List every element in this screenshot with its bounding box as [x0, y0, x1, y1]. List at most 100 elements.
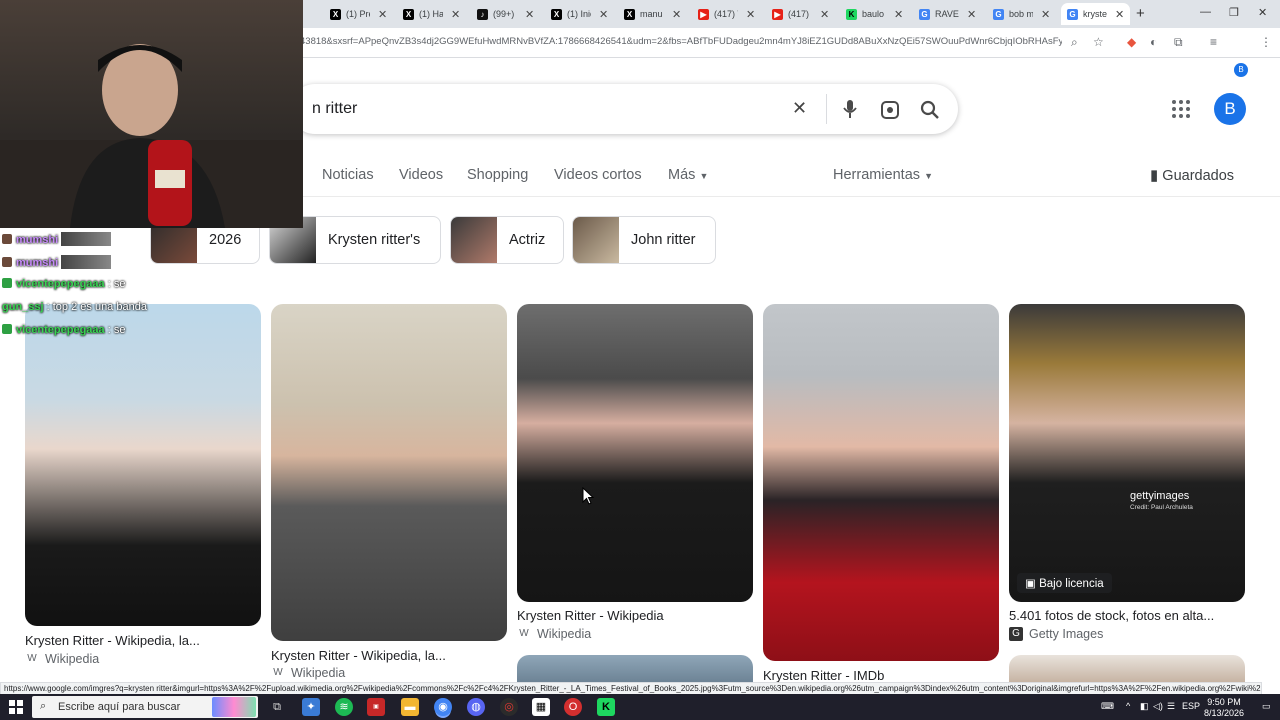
license-badge[interactable]: ▣ Bajo licencia	[1017, 573, 1112, 593]
webcam-overlay	[0, 0, 303, 228]
tab-mas[interactable]: Más ▼	[668, 167, 708, 183]
tray-chevron-icon[interactable]: ^	[1126, 701, 1130, 711]
app-icon[interactable]: ▦	[532, 698, 550, 716]
browser-tab[interactable]: X (1) Han ✕	[403, 3, 460, 25]
browser-tab[interactable]: X (1) Inici ✕	[551, 3, 608, 25]
opera-icon[interactable]: O	[564, 698, 582, 716]
close-tab-icon[interactable]: ✕	[967, 8, 976, 21]
result-source[interactable]: W Wikipedia	[271, 666, 345, 680]
tab-videos[interactable]: Videos	[399, 167, 443, 183]
saved-label: Guardados	[1162, 168, 1235, 184]
browser-tab[interactable]: Gbob m ✕	[993, 3, 1050, 25]
tab-title: (99+) R	[493, 9, 517, 19]
close-tab-icon[interactable]: ✕	[672, 8, 681, 21]
notifications-icon[interactable]: ▭	[1262, 701, 1271, 712]
result-image[interactable]	[763, 304, 999, 661]
extension-icon[interactable]: ◆	[1127, 35, 1136, 49]
result-caption[interactable]: Krysten Ritter - Wikipedia, la...	[25, 633, 200, 648]
search-icon: ⌕	[40, 700, 47, 712]
saved-button[interactable]: ▮ Guardados	[1150, 166, 1234, 184]
result-source[interactable]: G Getty Images	[1009, 627, 1103, 641]
chat-emote	[61, 255, 112, 269]
kick-icon: K	[846, 8, 857, 20]
result-image[interactable]	[271, 304, 507, 641]
result-caption[interactable]: Krysten Ritter - Wikipedia	[517, 608, 664, 623]
clear-search-icon[interactable]: ✕	[792, 98, 807, 119]
result-image[interactable]	[1009, 304, 1245, 602]
keyboard-icon[interactable]: ⌨	[1101, 701, 1114, 712]
account-avatar[interactable]: B	[1214, 93, 1246, 125]
window-close-icon[interactable]: ✕	[1258, 6, 1267, 19]
bookmark-star-icon[interactable]: ☆	[1093, 35, 1104, 49]
file-explorer-icon[interactable]: ▬	[401, 698, 419, 716]
close-tab-icon[interactable]: ✕	[525, 8, 534, 21]
wifi-icon[interactable]: ☰	[1167, 701, 1175, 712]
taskbar-clock[interactable]: 9:50 PM 8/13/2026	[1204, 697, 1244, 719]
browser-tab[interactable]: ▶ (417) N ✕	[772, 3, 829, 25]
discord-icon[interactable]: ◍	[467, 698, 485, 716]
result-source[interactable]: W Wikipedia	[25, 652, 99, 666]
close-tab-icon[interactable]: ✕	[1041, 8, 1050, 21]
tab-shopping[interactable]: Shopping	[467, 167, 528, 183]
result-caption[interactable]: 5.401 fotos de stock, fotos en alta...	[1009, 608, 1214, 623]
browser-tab-active[interactable]: Gkryster ✕	[1061, 3, 1131, 25]
tab-videos-cortos[interactable]: Videos cortos	[554, 167, 642, 183]
zoom-icon[interactable]: ⌕	[1071, 35, 1078, 50]
kick-icon[interactable]: K	[597, 698, 615, 716]
chat-message: mumshi	[2, 255, 112, 269]
search-input[interactable]: n ritter	[312, 100, 357, 118]
browser-tab[interactable]: Kbaulo S ✕	[846, 3, 903, 25]
browser-tab[interactable]: Xmanu e ✕	[624, 3, 681, 25]
close-tab-icon[interactable]: ✕	[820, 8, 829, 21]
close-tab-icon[interactable]: ✕	[894, 8, 903, 21]
browser-tab[interactable]: G RAVEN ✕	[919, 3, 976, 25]
restore-icon[interactable]: ❐	[1229, 6, 1239, 19]
close-tab-icon[interactable]: ✕	[746, 8, 755, 21]
search-highlight-image	[212, 697, 256, 717]
spotify-icon[interactable]: ≋	[335, 698, 353, 716]
result-image[interactable]	[517, 304, 753, 602]
minimize-icon[interactable]: —	[1200, 6, 1211, 18]
extensions-puzzle-icon[interactable]: ⧉	[1174, 35, 1183, 50]
copilot-icon[interactable]: ✦	[302, 698, 320, 716]
close-tab-icon[interactable]: ✕	[1115, 8, 1124, 21]
lens-search-icon[interactable]	[880, 100, 900, 120]
volume-icon[interactable]: ◁)	[1153, 701, 1163, 712]
language-indicator[interactable]: ESP	[1182, 701, 1200, 711]
windows-start-icon[interactable]	[9, 700, 23, 714]
result-image[interactable]	[25, 304, 261, 626]
url-field[interactable]: 43818&sxsrf=APpeQnvZB3s4dj2GG9WEfuHwdMRN…	[300, 36, 1062, 47]
tab-noticias[interactable]: Noticias	[322, 167, 374, 183]
voice-search-icon[interactable]	[842, 99, 858, 119]
profile-avatar[interactable]: B	[1234, 63, 1248, 77]
browser-menu-icon[interactable]: ⋮	[1260, 35, 1272, 49]
chat-text: : top 2 es una banda	[46, 301, 147, 313]
close-tab-icon[interactable]: ✕	[378, 8, 387, 21]
chat-text: : se	[107, 278, 126, 290]
google-icon: G	[919, 8, 930, 20]
result-caption[interactable]: Krysten Ritter - IMDb	[763, 668, 884, 683]
tools-button[interactable]: Herramientas ▼	[833, 167, 933, 183]
close-tab-icon[interactable]: ✕	[599, 8, 608, 21]
obs-icon[interactable]: ◎	[500, 698, 518, 716]
browser-tab[interactable]: X (1) Pre ✕	[330, 3, 387, 25]
chrome-icon[interactable]: ◉	[434, 698, 452, 716]
app-icon[interactable]: ▣	[367, 698, 385, 716]
chip-john-ritter[interactable]: John ritter	[572, 216, 716, 264]
network-icon[interactable]: ◧	[1140, 701, 1149, 712]
chip-thumbnail	[451, 217, 497, 263]
media-queue-icon[interactable]: ≡	[1210, 35, 1217, 49]
google-apps-icon[interactable]	[1172, 100, 1190, 118]
result-caption[interactable]: Krysten Ritter - Wikipedia, la...	[271, 648, 446, 663]
extension-icon[interactable]: ◐	[1150, 35, 1157, 49]
result-source[interactable]: W Wikipedia	[517, 627, 591, 641]
tab-title: (417) Tl	[714, 9, 738, 19]
search-icon[interactable]	[920, 100, 940, 120]
browser-tab[interactable]: ▶ (417) Tl ✕	[698, 3, 755, 25]
new-tab-icon[interactable]: +	[1136, 5, 1145, 22]
task-view-icon[interactable]: ⧉	[268, 698, 286, 716]
result-source-label: Wikipedia	[291, 666, 346, 680]
browser-tab[interactable]: ♪ (99+) R ✕	[477, 3, 534, 25]
close-tab-icon[interactable]: ✕	[451, 8, 460, 21]
chip-actriz[interactable]: Actriz	[450, 216, 564, 264]
